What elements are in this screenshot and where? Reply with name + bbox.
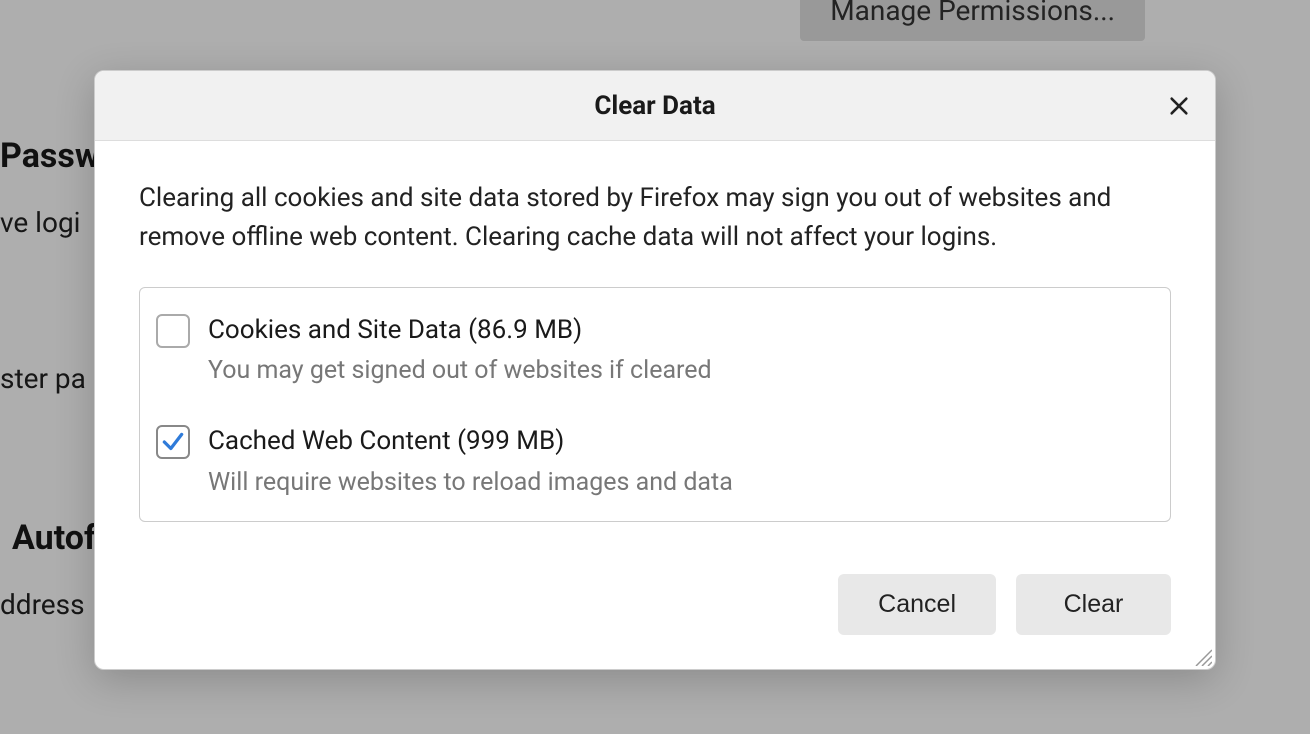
dialog-title: Clear Data [594,91,715,121]
dialog-header: Clear Data [95,71,1215,141]
clear-data-dialog: Clear Data Clearing all cookies and site… [94,70,1216,670]
cookies-label: Cookies and Site Data (86.9 MB) [208,312,1154,348]
close-icon [1168,95,1190,117]
cookies-sublabel: You may get signed out of websites if cl… [208,356,1154,385]
cookies-checkbox[interactable] [156,314,190,348]
options-container: Cookies and Site Data (86.9 MB) You may … [139,287,1171,522]
clear-button[interactable]: Clear [1016,574,1171,635]
cache-option: Cached Web Content (999 MB) Will require… [156,423,1154,496]
checkmark-icon [160,429,186,455]
cache-sublabel: Will require websites to reload images a… [208,468,1154,497]
resize-grip-icon[interactable] [1192,646,1212,666]
dialog-description: Clearing all cookies and site data store… [139,179,1171,257]
dialog-footer: Cancel Clear [95,574,1215,669]
cookies-text: Cookies and Site Data (86.9 MB) You may … [208,312,1154,385]
close-button[interactable] [1161,88,1197,124]
cancel-button[interactable]: Cancel [838,574,996,635]
cache-text: Cached Web Content (999 MB) Will require… [208,423,1154,496]
cache-checkbox[interactable] [156,425,190,459]
cache-label: Cached Web Content (999 MB) [208,423,1154,459]
cookies-option: Cookies and Site Data (86.9 MB) You may … [156,312,1154,385]
dialog-body: Clearing all cookies and site data store… [95,141,1215,548]
